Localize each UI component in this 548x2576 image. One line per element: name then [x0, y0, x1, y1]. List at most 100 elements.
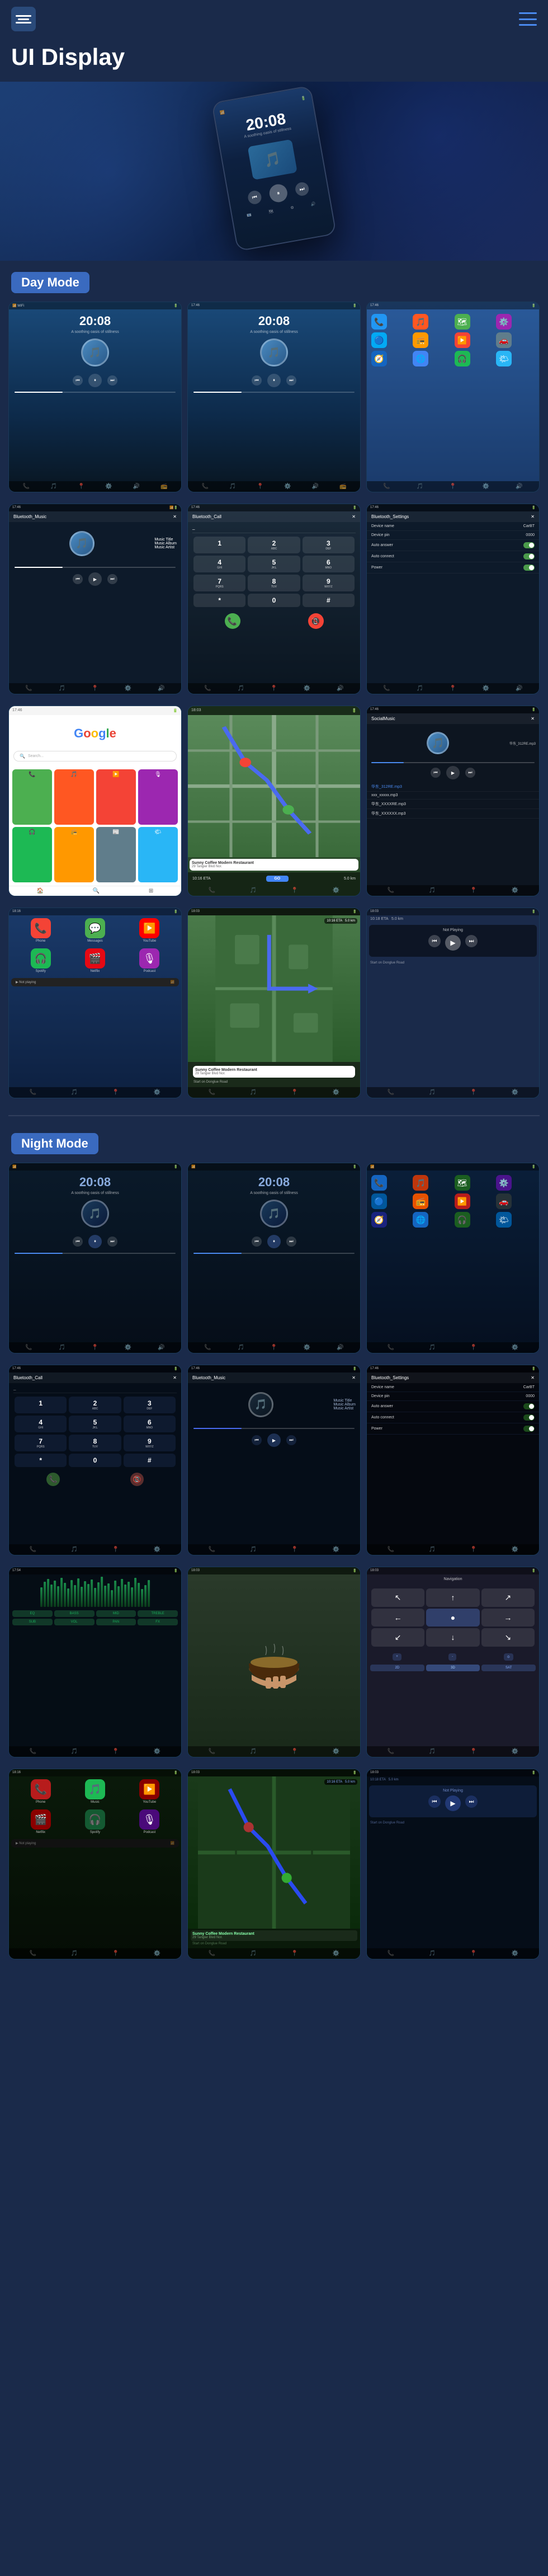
google-nav-home[interactable]: 🏠 — [37, 888, 44, 894]
night-np-next[interactable]: ⏭ — [465, 1795, 478, 1808]
music-item-1[interactable]: 华东_312RE.mp3 — [367, 782, 539, 792]
np-next[interactable]: ⏭ — [465, 935, 478, 947]
app-icon-settings[interactable]: ⚙️ — [496, 314, 512, 330]
google-app-5[interactable]: 🎧 — [12, 827, 52, 882]
np-prev[interactable]: ⏮ — [428, 935, 441, 947]
podcast-app-icon[interactable]: 🎙 — [139, 948, 159, 969]
night-netflix-icon[interactable]: 🎬 — [31, 1809, 51, 1830]
dial-hash[interactable]: # — [303, 594, 355, 607]
dial-4[interactable]: 4GHI — [193, 556, 245, 572]
night-app-7[interactable]: ▶️ — [455, 1193, 470, 1209]
night-dial-9[interactable]: 9WXYZ — [124, 1435, 176, 1451]
night-dial-6[interactable]: 6MNO — [124, 1416, 176, 1432]
night-np-prev[interactable]: ⏮ — [428, 1795, 441, 1808]
dial-0[interactable]: 0 — [248, 594, 300, 607]
nav-left[interactable]: ← — [371, 1609, 424, 1627]
night-dial-8[interactable]: 8TUV — [69, 1435, 121, 1451]
youtube-app-icon[interactable]: ▶️ — [139, 918, 159, 938]
night-spotify-icon[interactable]: 🎧 — [85, 1809, 105, 1830]
google-app-1[interactable]: 📞 — [12, 769, 52, 825]
next-ctrl-2[interactable]: ⏭ — [286, 375, 296, 386]
phone-app-icon[interactable]: 📞 — [31, 918, 51, 938]
google-nav-search[interactable]: 🔍 — [93, 888, 100, 894]
nav-sat-btn[interactable]: SAT — [481, 1665, 536, 1671]
app-icon-carplay[interactable]: 🚗 — [496, 332, 512, 348]
music-item-3[interactable]: 华东_XXXXRE.mp3 — [367, 800, 539, 809]
eq-btn-8[interactable]: FX — [138, 1619, 178, 1625]
night-pause-2[interactable]: ⏸ — [267, 1235, 281, 1248]
social-next[interactable]: ⏭ — [465, 768, 475, 778]
bt-next[interactable]: ⏭ — [107, 574, 117, 584]
night-dial-4[interactable]: 4GHI — [15, 1416, 67, 1432]
app-icon-google[interactable]: 🌐 — [413, 351, 428, 366]
night-aa-toggle[interactable] — [523, 1403, 535, 1409]
eq-btn-6[interactable]: VOL — [54, 1619, 95, 1625]
go-button[interactable]: GO — [266, 876, 289, 882]
night-podcast-icon[interactable]: 🎙 — [139, 1809, 159, 1830]
next-ctrl[interactable]: ⏭ — [107, 375, 117, 386]
nav-right[interactable]: → — [481, 1609, 535, 1627]
night-bt-next[interactable]: ⏭ — [286, 1435, 296, 1445]
app-icon-music[interactable]: 🎵 — [413, 314, 428, 330]
night-dial-0[interactable]: 0 — [69, 1454, 121, 1467]
nav-2d-btn[interactable]: 2D — [370, 1665, 424, 1671]
google-search-bar[interactable]: 🔍 Search... — [13, 751, 177, 761]
prev-button[interactable]: ⏮ — [247, 190, 263, 205]
google-app-3[interactable]: ▶️ — [96, 769, 136, 825]
night-app-12[interactable]: 🌤 — [496, 1212, 512, 1228]
prev-ctrl-2[interactable]: ⏮ — [252, 375, 262, 386]
app-icon-waze[interactable]: 🧭 — [371, 351, 387, 366]
night-app-4[interactable]: ⚙️ — [496, 1175, 512, 1191]
nav-left-down[interactable]: ↙ — [371, 1628, 424, 1647]
dial-8[interactable]: 8TUV — [248, 575, 300, 591]
app-icon-radio[interactable]: 📻 — [413, 332, 428, 348]
night-app-10[interactable]: 🌐 — [413, 1212, 428, 1228]
bt-prev[interactable]: ⏮ — [73, 574, 83, 584]
nav-right-up[interactable]: ↗ — [481, 1588, 535, 1607]
night-app-2[interactable]: 🎵 — [413, 1175, 428, 1191]
nav-up[interactable]: ↑ — [426, 1588, 479, 1607]
google-app-8[interactable]: 🌤 — [138, 827, 178, 882]
night-app-3[interactable]: 🗺 — [455, 1175, 470, 1191]
auto-connect-toggle[interactable] — [523, 553, 535, 560]
night-dial-7[interactable]: 7PQRS — [15, 1435, 67, 1451]
nav-3d-btn[interactable]: 3D — [426, 1665, 480, 1671]
dial-9[interactable]: 9WXYZ — [303, 575, 355, 591]
end-call-button[interactable]: 📵 — [308, 613, 324, 629]
nav-right-down[interactable]: ↘ — [481, 1628, 535, 1647]
eq-btn-3[interactable]: MID — [96, 1610, 136, 1617]
app-icon-tel[interactable]: 📞 — [371, 314, 387, 330]
night-np-play[interactable]: ▶ — [445, 1795, 461, 1811]
pause-ctrl[interactable]: ⏸ — [88, 374, 102, 387]
night-dial-1[interactable]: 1 — [15, 1397, 67, 1413]
night-pause-1[interactable]: ⏸ — [88, 1235, 102, 1248]
night-prev-1[interactable]: ⏮ — [73, 1237, 83, 1247]
eq-btn-1[interactable]: EQ — [12, 1610, 53, 1617]
eq-btn-7[interactable]: PAN — [96, 1619, 136, 1625]
nav-left-up[interactable]: ↖ — [371, 1588, 424, 1607]
night-next-1[interactable]: ⏭ — [107, 1237, 117, 1247]
app-icon-nav[interactable]: 🗺 — [455, 314, 470, 330]
dial-2[interactable]: 2ABC — [248, 537, 300, 553]
next-button[interactable]: ⏭ — [294, 181, 310, 197]
night-app-1[interactable]: 📞 — [371, 1175, 387, 1191]
google-app-4[interactable]: 🎙 — [138, 769, 178, 825]
night-dial-hash[interactable]: # — [124, 1454, 176, 1467]
night-phone-icon[interactable]: 📞 — [31, 1779, 51, 1799]
google-app-6[interactable]: 📻 — [54, 827, 94, 882]
app-icon-spotify[interactable]: 🎧 — [455, 351, 470, 366]
pause-ctrl-2[interactable]: ⏸ — [267, 374, 281, 387]
play-pause-button[interactable]: ⏸ — [268, 183, 289, 204]
app-icon-youtube[interactable]: ▶️ — [455, 332, 470, 348]
app-icon-bt[interactable]: 🔵 — [371, 332, 387, 348]
eq-btn-5[interactable]: SUB — [12, 1619, 53, 1625]
nav-zoom-out[interactable]: - — [448, 1653, 456, 1661]
night-music-icon[interactable]: 🎵 — [85, 1779, 105, 1799]
night-ac-toggle[interactable] — [523, 1414, 535, 1421]
google-app-2[interactable]: 🎵 — [54, 769, 94, 825]
nav-down[interactable]: ↓ — [426, 1628, 479, 1647]
night-app-6[interactable]: 📻 — [413, 1193, 428, 1209]
dial-6[interactable]: 6MNO — [303, 556, 355, 572]
dial-3[interactable]: 3DEF — [303, 537, 355, 553]
bt-play[interactable]: ▶ — [88, 572, 102, 586]
